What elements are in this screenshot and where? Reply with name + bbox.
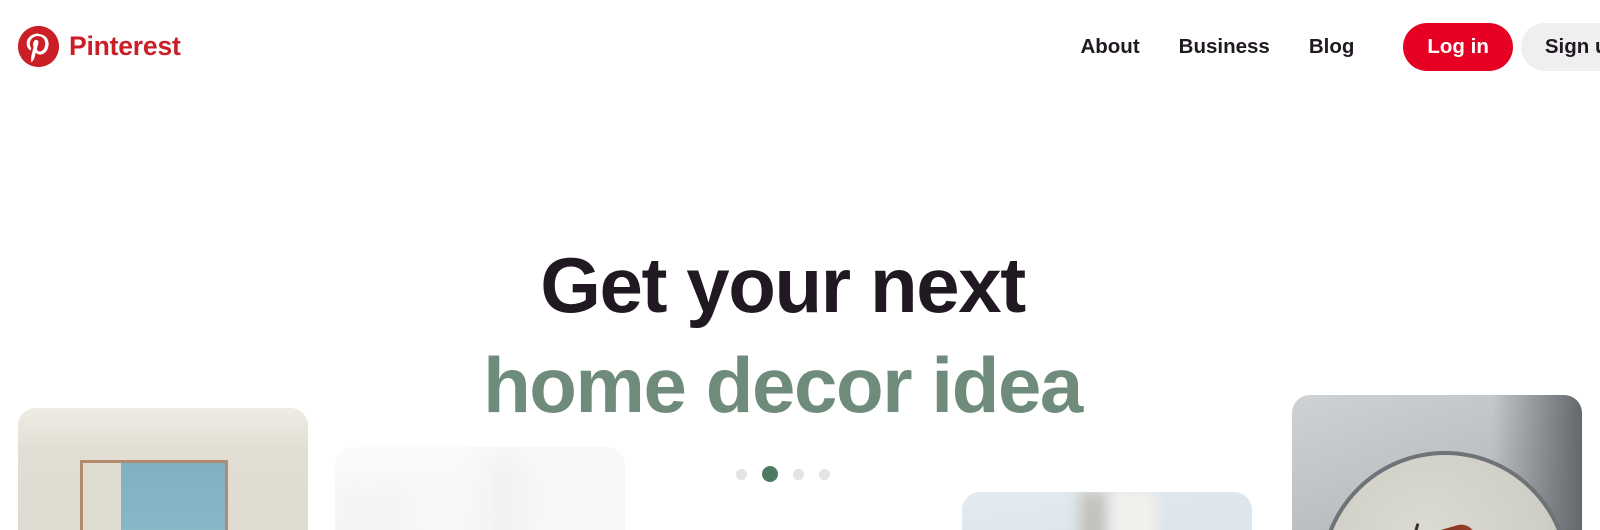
brand-wordmark: Pinterest <box>69 31 181 62</box>
login-button[interactable]: Log in <box>1403 23 1513 71</box>
wall-shelf <box>18 408 308 444</box>
pale-streak <box>1112 492 1156 530</box>
signup-button[interactable]: Sign up <box>1520 23 1600 71</box>
hero-line-static: Get your next <box>540 241 1026 329</box>
thumbnail-pale-blue-scene[interactable] <box>962 492 1252 530</box>
pale-streak <box>1080 492 1106 530</box>
site-header: Pinterest About Business Blog Log in Sig… <box>0 0 1600 92</box>
pinterest-logo-link[interactable]: Pinterest <box>17 25 181 68</box>
carousel-dots <box>0 465 1565 483</box>
pinterest-logo-icon <box>17 25 60 68</box>
nav-link-about[interactable]: About <box>1080 27 1139 68</box>
carousel-dot-4[interactable] <box>818 468 830 480</box>
faint-shape <box>335 487 405 530</box>
pinterest-landing-page: Pinterest About Business Blog Log in Sig… <box>0 0 1600 530</box>
nav-link-blog[interactable]: Blog <box>1309 27 1355 68</box>
carousel-dot-1[interactable] <box>735 468 747 480</box>
carousel-dot-2[interactable] <box>761 466 778 482</box>
thumbnail-food-plate[interactable] <box>1292 395 1582 530</box>
carousel-dot-3[interactable] <box>792 468 804 480</box>
thumbnail-faint-interior[interactable] <box>335 447 625 530</box>
nav-link-business[interactable]: Business <box>1179 27 1270 68</box>
main-navigation: About Business Blog Log in Sign up <box>1080 23 1600 71</box>
